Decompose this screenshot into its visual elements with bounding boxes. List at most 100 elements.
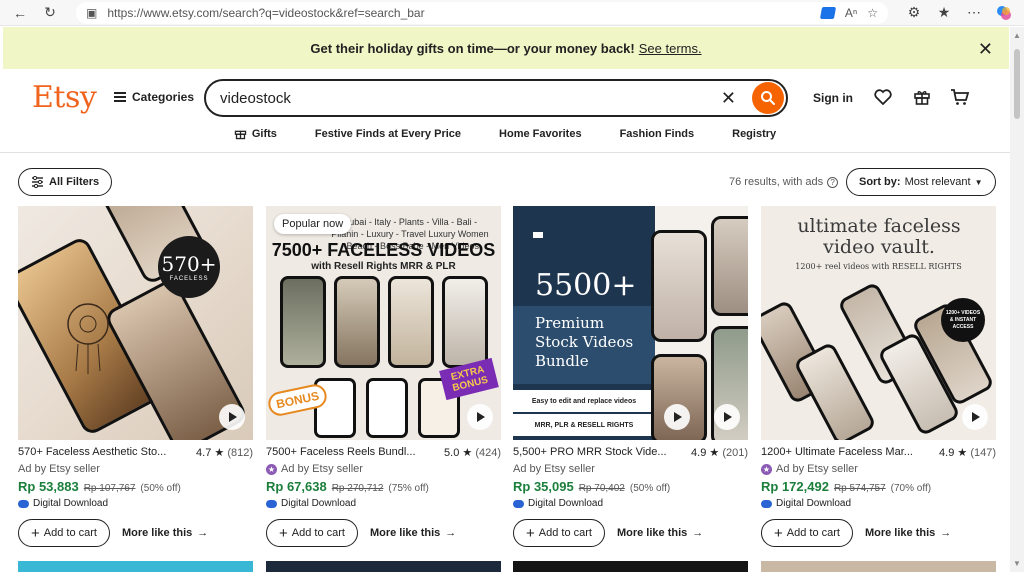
site-header: Etsy Categories ✕ Sign in Gifts Festive …: [0, 69, 1010, 153]
product-image[interactable]: 570+ FACELESS: [18, 206, 253, 440]
add-to-cart-label: Add to cart: [291, 527, 345, 539]
image-headline: 7500+ FACELESS VIDEOS: [271, 240, 496, 260]
next-product-image[interactable]: [266, 561, 501, 572]
hamburger-icon: [114, 92, 126, 102]
close-banner-icon[interactable]: ✕: [978, 39, 993, 60]
product-image[interactable]: ultimate faceless video vault. 1200+ ree…: [761, 206, 996, 440]
next-product-image[interactable]: [18, 561, 253, 572]
product-card[interactable]: Dubai - Italy - Plants - Villa - Bali - …: [266, 206, 501, 547]
scroll-down-arrow-icon[interactable]: ▼: [1013, 559, 1021, 568]
page-scrollbar[interactable]: ▲ ▼: [1010, 27, 1024, 572]
play-video-icon[interactable]: [962, 404, 988, 430]
sort-dropdown[interactable]: Sort by: Most relevant ▼: [846, 168, 996, 196]
read-aloud-icon[interactable]: Aⁿ: [845, 6, 857, 20]
nav-label-gifts: Gifts: [251, 127, 277, 140]
rating-value: 5.0: [444, 447, 460, 459]
product-image[interactable]: Dubai - Italy - Plants - Villa - Bali - …: [266, 206, 501, 440]
product-card[interactable]: 5500+ Premium Stock Videos Bundle Easy t…: [513, 206, 748, 547]
product-card[interactable]: 570+ FACELESS 570+ Faceless Aesthetic St…: [18, 206, 253, 547]
site-info-icon[interactable]: ▣: [86, 6, 97, 20]
back-icon[interactable]: ←: [8, 3, 32, 23]
favorite-star-icon[interactable]: ☆: [867, 6, 878, 20]
product-title[interactable]: 5,500+ PRO MRR Stock Vide...: [513, 446, 667, 459]
play-video-icon[interactable]: [467, 404, 493, 430]
add-to-cart-button[interactable]: + Add to cart: [18, 519, 110, 547]
more-like-this-link[interactable]: More like this →: [617, 527, 703, 539]
product-rating: 4.9 ★ (201): [691, 446, 748, 459]
star-icon: ★: [957, 447, 968, 459]
clear-search-icon[interactable]: ✕: [721, 88, 736, 109]
play-video-icon[interactable]: [664, 404, 690, 430]
next-product-image[interactable]: [513, 561, 748, 572]
copilot-icon[interactable]: [992, 3, 1016, 23]
search-input[interactable]: [220, 89, 721, 107]
play-video-icon[interactable]: [219, 404, 245, 430]
download-label: Digital Download: [528, 498, 604, 509]
more-like-this-link[interactable]: More like this →: [370, 527, 456, 539]
plus-icon: +: [279, 524, 288, 542]
popular-now-badge: Popular now: [274, 214, 352, 234]
add-to-cart-button[interactable]: + Add to cart: [266, 519, 358, 547]
more-like-this-link[interactable]: More like this →: [122, 527, 208, 539]
arrow-right-icon: →: [197, 527, 209, 539]
more-like-this-label: More like this: [616, 527, 688, 539]
favorites-icon[interactable]: ★: [932, 3, 956, 23]
categories-label: Categories: [132, 90, 195, 104]
plus-icon: +: [526, 524, 535, 542]
arrow-right-icon: →: [940, 527, 952, 539]
results-count: 76 results, with ads ?: [729, 176, 839, 188]
product-image[interactable]: 5500+ Premium Stock Videos Bundle Easy t…: [513, 206, 748, 440]
filters-label: All Filters: [49, 176, 100, 188]
product-title[interactable]: 7500+ Faceless Reels Bundl...: [266, 446, 416, 459]
original-price: Rp 574,757: [833, 483, 886, 494]
categories-button[interactable]: Categories: [114, 90, 194, 104]
sign-in-link[interactable]: Sign in: [813, 91, 853, 105]
all-filters-button[interactable]: All Filters: [18, 168, 113, 196]
product-title[interactable]: 570+ Faceless Aesthetic Sto...: [18, 446, 166, 459]
ads-info-icon[interactable]: ?: [827, 176, 839, 188]
product-card[interactable]: ultimate faceless video vault. 1200+ ree…: [761, 206, 996, 547]
nav-item-home-favorites[interactable]: Home Favorites: [499, 127, 582, 140]
filter-sliders-icon: [32, 176, 43, 188]
results-text: 76 results, with ads: [729, 176, 824, 188]
product-title[interactable]: 1200+ Ultimate Faceless Mar...: [761, 446, 913, 459]
more-menu-icon[interactable]: ⋯: [962, 3, 986, 23]
extensions-icon[interactable]: ⚙: [902, 3, 926, 23]
digital-download-tag: Digital Download: [18, 498, 253, 509]
scroll-thumb[interactable]: [1014, 49, 1020, 119]
add-to-cart-button[interactable]: + Add to cart: [761, 519, 853, 547]
shopping-tag-icon[interactable]: [819, 6, 836, 19]
play-video-icon[interactable]: [714, 404, 740, 430]
nav-item-registry[interactable]: Registry: [732, 127, 776, 140]
gift-small-icon: [234, 130, 247, 140]
more-like-this-link[interactable]: More like this →: [865, 527, 951, 539]
star-icon: ★: [214, 447, 225, 459]
rating-value: 4.9: [691, 447, 707, 459]
nav-item-festive-finds[interactable]: Festive Finds at Every Price: [315, 127, 461, 140]
search-icon: [761, 91, 775, 105]
seller-label: Ad by Etsy seller: [281, 463, 363, 475]
nav-item-gifts[interactable]: Gifts: [234, 127, 277, 140]
nav-label-festive-finds: Festive Finds at Every Price: [314, 127, 462, 140]
search-button[interactable]: [752, 82, 784, 114]
etsy-logo[interactable]: Etsy: [32, 80, 97, 115]
sale-price: Rp 35,095: [513, 479, 574, 494]
sort-label: Sort by:: [859, 176, 901, 188]
rating-value: 4.9: [939, 447, 955, 459]
cart-icon[interactable]: [950, 87, 970, 107]
price-row: Rp 53,883 Rp 107,767 (50% off): [18, 479, 253, 494]
see-terms-link[interactable]: See terms.: [639, 41, 702, 56]
gift-icon[interactable]: [912, 87, 932, 107]
nav-item-fashion-finds[interactable]: Fashion Finds: [620, 127, 695, 140]
favorites-heart-icon[interactable]: [873, 87, 893, 107]
add-to-cart-button[interactable]: + Add to cart: [513, 519, 605, 547]
review-count: (812): [227, 447, 253, 459]
next-product-image[interactable]: [761, 561, 996, 572]
refresh-icon[interactable]: ↻: [38, 3, 62, 23]
access-badge: 1200+ VIDEOS & INSTANT ACCESS: [941, 298, 985, 342]
discount-percent: (70% off): [890, 483, 932, 494]
sale-price: Rp 67,638: [266, 479, 327, 494]
url-text[interactable]: https://www.etsy.com/search?q=videostock…: [107, 6, 811, 20]
scroll-up-arrow-icon[interactable]: ▲: [1013, 31, 1021, 40]
address-bar[interactable]: ▣ https://www.etsy.com/search?q=videosto…: [76, 1, 888, 24]
